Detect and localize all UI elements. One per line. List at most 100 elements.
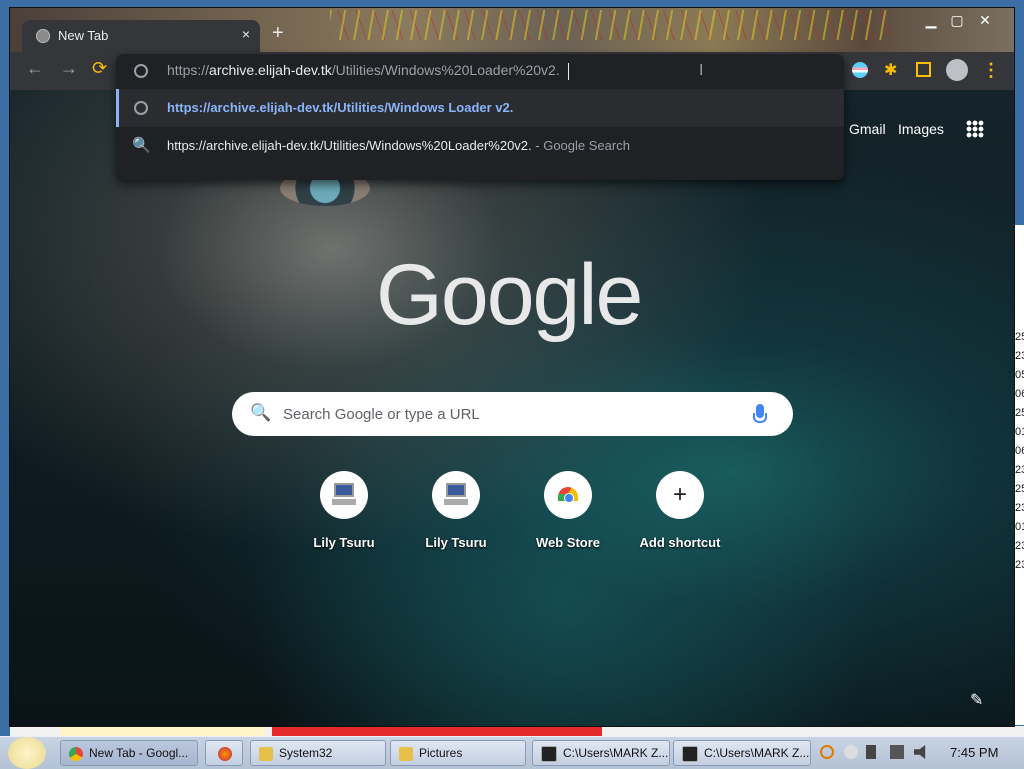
- computer-icon: [332, 483, 356, 505]
- cell: 01: [1015, 426, 1024, 438]
- folder-icon: [399, 746, 413, 761]
- search-placeholder: Search Google or type a URL: [283, 406, 480, 423]
- search-tray-icon[interactable]: [820, 745, 834, 759]
- images-link[interactable]: Images: [898, 121, 944, 137]
- omnibox-suggestion[interactable]: 🔍 https://archive.elijah-dev.tk/Utilitie…: [116, 127, 844, 165]
- address-bar[interactable]: https://archive.elijah-dev.tk/Utilities/…: [116, 54, 844, 88]
- globe-icon: [134, 64, 148, 78]
- flag-tray-icon[interactable]: [866, 745, 876, 759]
- cell: 23: [1015, 502, 1024, 514]
- system-tray: 7:45 PM: [820, 740, 1020, 766]
- text-caret: [568, 63, 569, 80]
- taskbar-item-chrome[interactable]: New Tab - Googl...: [60, 740, 198, 766]
- taskbar-item-firefox[interactable]: [205, 740, 243, 766]
- omnibox-suggestion[interactable]: https://archive.elijah-dev.tk/Utilities/…: [116, 89, 844, 127]
- plus-icon: +: [672, 481, 687, 508]
- extension-flag-icon[interactable]: [852, 62, 868, 78]
- suggestion-suffix: - Google Search: [531, 138, 630, 153]
- cell: 23: [1015, 540, 1024, 552]
- cell: 23: [1015, 559, 1024, 571]
- background-window-yellow: [60, 726, 265, 736]
- mouse-ibeam-cursor-icon: I: [699, 62, 704, 79]
- theme-artwork: [330, 10, 890, 40]
- taskbar-item-label: Pictures: [419, 746, 463, 760]
- url-host: archive.elijah-dev.tk: [209, 62, 332, 78]
- tab-title: New Tab: [58, 28, 109, 43]
- url-scheme: https://: [167, 62, 210, 78]
- folder-icon: [259, 746, 273, 761]
- back-button[interactable]: ←: [26, 58, 44, 79]
- shortcut-icon-circle: +: [656, 471, 704, 519]
- shortcut-icon-circle: [432, 471, 480, 519]
- background-window-cells: 25 23 05 06 25 01 06 23 25 23 01 23 23: [1013, 225, 1024, 575]
- smiley-tray-icon[interactable]: [844, 745, 858, 759]
- cell: 23: [1015, 350, 1024, 362]
- cell: 06: [1015, 388, 1024, 400]
- shortcut-label: Add shortcut: [639, 535, 721, 550]
- extensions-puzzle-icon[interactable]: ✱: [884, 60, 900, 79]
- browser-menu-button[interactable]: ⋮: [982, 60, 1000, 81]
- network-tray-icon[interactable]: [890, 745, 904, 759]
- shortcut-icon-circle: [320, 471, 368, 519]
- web-store-icon: [558, 487, 578, 503]
- search-icon: 🔍: [132, 137, 151, 154]
- chrome-icon: [69, 746, 83, 761]
- shortcut-label: Lily Tsuru: [313, 535, 375, 550]
- shortcut-tile[interactable]: Lily Tsuru: [288, 463, 400, 550]
- taskbar-item-label: System32: [279, 746, 333, 760]
- taskbar-item-label: C:\Users\MARK Z...: [704, 746, 810, 760]
- cell: 23: [1015, 464, 1024, 476]
- new-tab-button[interactable]: +: [272, 22, 284, 45]
- tab-close-icon[interactable]: ×: [242, 26, 250, 42]
- profile-avatar[interactable]: [946, 59, 968, 81]
- shortcut-label: Lily Tsuru: [425, 535, 487, 550]
- reload-button[interactable]: ⟳: [92, 58, 107, 79]
- cmd-icon: [541, 745, 557, 762]
- taskbar-item-label: New Tab - Googl...: [89, 746, 189, 760]
- add-shortcut-button[interactable]: + Add shortcut: [624, 463, 736, 550]
- suggestion-query: https://archive.elijah-dev.tk/Utilities/…: [167, 138, 532, 153]
- shortcut-tile[interactable]: Web Store: [512, 463, 624, 550]
- shortcut-tile[interactable]: Lily Tsuru: [400, 463, 512, 550]
- minimize-button[interactable]: ▁: [918, 10, 944, 30]
- maximize-button[interactable]: ▢: [944, 10, 970, 30]
- taskbar: New Tab - Googl... System32 Pictures C:\…: [0, 736, 1024, 769]
- chrome-favicon-icon: [36, 29, 50, 43]
- volume-tray-icon[interactable]: [914, 745, 926, 759]
- address-bar-text[interactable]: https://archive.elijah-dev.tk/Utilities/…: [167, 62, 560, 78]
- search-icon: 🔍: [250, 403, 272, 422]
- microphone-icon[interactable]: [753, 404, 767, 423]
- side-panel-icon[interactable]: [916, 62, 931, 77]
- google-logo: Google: [376, 247, 643, 343]
- taskbar-item-pictures[interactable]: Pictures: [390, 740, 526, 766]
- start-button[interactable]: [8, 737, 46, 769]
- clock[interactable]: 7:45 PM: [950, 745, 998, 760]
- search-box[interactable]: 🔍 Search Google or type a URL: [232, 392, 793, 436]
- firefox-icon: [218, 746, 232, 761]
- chrome-window: New Tab × + ▁ ▢ ✕ ← → ⟳ ✱ ⋮ Gmail Images…: [10, 8, 1014, 726]
- globe-icon: [134, 101, 148, 115]
- suggestion-text: https://archive.elijah-dev.tk/Utilities/…: [167, 138, 630, 153]
- forward-button[interactable]: →: [60, 58, 78, 79]
- cell: 25: [1015, 483, 1024, 495]
- customize-pencil-icon[interactable]: ✎: [970, 690, 983, 710]
- cell: 05: [1015, 369, 1024, 381]
- title-bar[interactable]: New Tab × + ▁ ▢ ✕: [10, 8, 1014, 52]
- suggestion-text: https://archive.elijah-dev.tk/Utilities/…: [167, 100, 514, 115]
- taskbar-item-system32[interactable]: System32: [250, 740, 386, 766]
- cmd-icon: [682, 745, 698, 762]
- cell: 25: [1015, 331, 1024, 343]
- taskbar-item-cmd[interactable]: C:\Users\MARK Z...: [673, 740, 811, 766]
- cell: 01: [1015, 521, 1024, 533]
- cell: 25: [1015, 407, 1024, 419]
- taskbar-item-cmd[interactable]: C:\Users\MARK Z...: [532, 740, 670, 766]
- url-path: /Utilities/Windows%20Loader%20v2.: [331, 62, 560, 78]
- computer-icon: [444, 483, 468, 505]
- taskbar-item-label: C:\Users\MARK Z...: [563, 746, 669, 760]
- gmail-link[interactable]: Gmail: [849, 121, 886, 137]
- google-apps-icon[interactable]: [966, 120, 984, 138]
- shortcut-icon-circle: [544, 471, 592, 519]
- close-window-button[interactable]: ✕: [972, 10, 998, 30]
- tab-new-tab[interactable]: New Tab ×: [22, 20, 260, 52]
- background-window-red: [272, 726, 602, 736]
